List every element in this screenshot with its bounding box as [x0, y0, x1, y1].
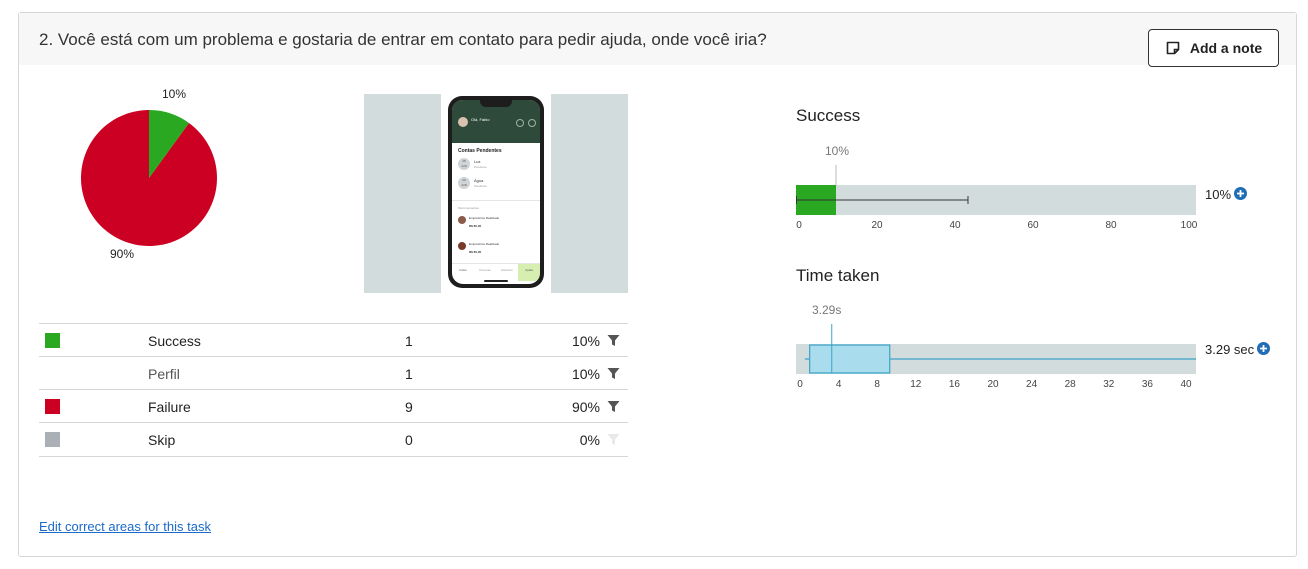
row-count: 1	[405, 366, 413, 382]
phone-notif-avatar-1	[458, 216, 466, 224]
axis-tick-label: 4	[835, 379, 842, 390]
row-count: 0	[405, 432, 413, 448]
axis-tick-label: 0	[797, 379, 803, 390]
time-value-label: 3.29 sec	[1205, 342, 1255, 357]
row-percent: 10%	[571, 333, 600, 349]
filter-icon[interactable]	[607, 367, 620, 380]
note-icon	[1166, 41, 1180, 55]
time-box-chart	[796, 324, 1196, 374]
axis-tick-label: 24	[1026, 379, 1038, 390]
phone-bill-date-1: 28 JUN	[458, 158, 470, 170]
phone-notif-title-2: Empréstimo Realizado	[469, 242, 500, 246]
axis-tick-label: 80	[1105, 220, 1117, 231]
table-row: Perfil 1 10%	[39, 356, 628, 390]
phone-notch	[480, 100, 512, 107]
axis-tick-label: 100	[1180, 220, 1198, 231]
failure-swatch	[45, 399, 60, 414]
add-note-label: Add a note	[1189, 40, 1263, 56]
phone-nav-people: Pessoas	[479, 268, 491, 272]
plus-circle-icon[interactable]	[1257, 342, 1271, 355]
pie-label-failure: 90%	[110, 247, 135, 261]
card-header: 2. Você está com um problema e gostaria …	[19, 13, 1296, 65]
phone-home-indicator	[484, 280, 508, 282]
phone-notif-amount-1: R$ 80,00	[469, 224, 482, 228]
phone-frame: Olá, Fabio Contas Pendentes 28 JUN Luz Pe…	[448, 96, 544, 288]
plus-circle-icon[interactable]	[1234, 187, 1248, 200]
success-bar-chart	[796, 165, 1196, 215]
row-percent: 90%	[571, 399, 600, 415]
axis-tick-label: 20	[871, 220, 883, 231]
phone-notif-avatar-2	[458, 242, 466, 250]
filter-icon-disabled	[607, 434, 620, 445]
phone-bill-name-1: Luz	[474, 159, 481, 164]
avatar	[458, 117, 468, 127]
phone-bill-status-1: Pendente	[474, 165, 487, 169]
axis-tick-label: 12	[910, 379, 922, 390]
axis-tick-label: 20	[987, 379, 999, 390]
phone-user-name: Olá, Fabio	[471, 117, 490, 122]
table-row: Failure 9 90%	[39, 389, 628, 423]
filter-icon[interactable]	[607, 400, 620, 413]
task-result-card: 2. Você está com um problema e gostaria …	[18, 12, 1297, 557]
success-marker-label: 10%	[825, 144, 850, 158]
phone-notif-title-1: Empréstimo Realizado	[469, 216, 500, 220]
task-screenshot-thumbnail[interactable]: Olá, Fabio Contas Pendentes 28 JUN Luz Pe…	[364, 94, 628, 293]
axis-tick-label: 32	[1103, 379, 1115, 390]
success-pie-chart	[80, 110, 217, 246]
phone-notifications-label: Movimentações	[458, 206, 480, 210]
time-marker-label: 3.29s	[812, 303, 842, 317]
axis-tick-label: 36	[1141, 379, 1153, 390]
time-box	[809, 344, 891, 374]
success-swatch	[45, 333, 60, 348]
phone-bill-status-2: Pendente	[474, 184, 487, 188]
success-value[interactable]: 10%	[1205, 187, 1248, 202]
axis-tick-label: 8	[874, 379, 880, 390]
bell-icon	[516, 119, 524, 127]
edit-correct-areas-link[interactable]: Edit correct areas for this task	[39, 519, 211, 534]
axis-tick-label: 28	[1064, 379, 1076, 390]
row-label: Skip	[148, 432, 176, 448]
axis-tick-label: 0	[796, 220, 802, 231]
phone-app-header: Olá, Fabio	[452, 100, 540, 143]
phone-notif-amount-2: R$ 80,00	[469, 250, 482, 254]
success-chart-title: Success	[796, 106, 861, 125]
axis-tick-label: 16	[948, 379, 960, 390]
row-percent: 0%	[579, 432, 600, 448]
phone-bill-date-2: 29 JUN	[458, 177, 470, 189]
phone-nav-history: Histórico	[501, 268, 513, 272]
phone-nav-home: Início	[459, 268, 467, 272]
row-label: Failure	[148, 399, 191, 415]
axis-tick-label: 60	[1027, 220, 1039, 231]
row-label: Perfil	[148, 366, 180, 382]
phone-divider	[452, 200, 540, 201]
table-row: Skip 0 0%	[39, 422, 628, 457]
phone-bill-name-2: Água	[474, 178, 484, 183]
axis-tick-label: 40	[949, 220, 961, 231]
axis-tick-label: 40	[1180, 379, 1192, 390]
phone-screen: Olá, Fabio Contas Pendentes 28 JUN Luz Pe…	[452, 100, 540, 284]
phone-section-title: Contas Pendentes	[458, 148, 502, 154]
gear-icon	[528, 119, 536, 127]
table-row: Success 1 10%	[39, 323, 628, 357]
skip-swatch	[45, 432, 60, 447]
row-count: 9	[405, 399, 413, 415]
filter-icon[interactable]	[607, 334, 620, 347]
pie-label-success: 10%	[162, 87, 187, 101]
success-value-label: 10%	[1205, 187, 1232, 202]
time-value[interactable]: 3.29 sec	[1205, 342, 1271, 357]
row-label: Success	[148, 333, 201, 349]
row-percent: 10%	[571, 366, 600, 382]
time-chart-title: Time taken	[796, 266, 880, 285]
question-title: 2. Você está com um problema e gostaria …	[39, 30, 767, 49]
phone-nav-help: Ajuda	[518, 264, 540, 281]
row-count: 1	[405, 333, 413, 349]
add-note-button[interactable]: Add a note	[1148, 29, 1279, 67]
